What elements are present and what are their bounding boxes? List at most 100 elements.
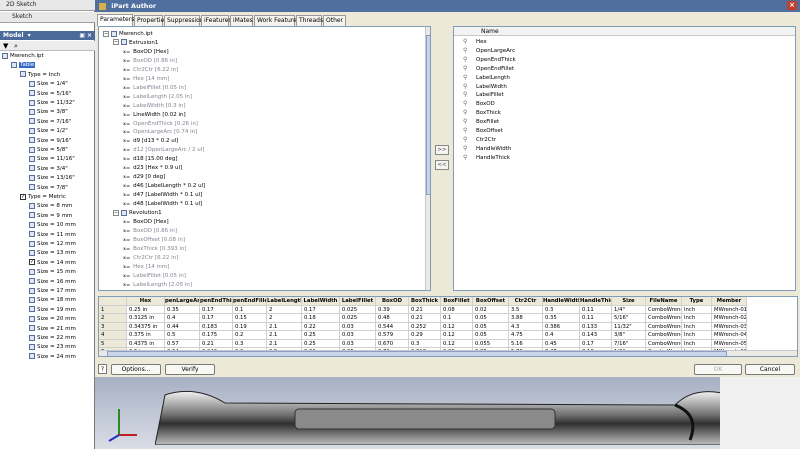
parameter-tree-item[interactable]: x= d48 [LabelWidth * 0.1 ul]: [123, 200, 202, 209]
grid-cell[interactable]: 0.11: [580, 314, 612, 323]
grid-cell[interactable]: 0.02: [473, 305, 509, 314]
grid-column-header[interactable]: [99, 297, 127, 306]
grid-cell[interactable]: 0.3: [233, 339, 267, 348]
grid-column-header[interactable]: BoxFillet: [441, 297, 473, 306]
grid-cell[interactable]: 0.15: [233, 314, 267, 323]
model-tree-item[interactable]: Size = 3/4": [29, 165, 68, 174]
tab-other[interactable]: Other: [323, 15, 346, 26]
selected-parameter-item[interactable]: BoxOffset: [476, 127, 503, 136]
cancel-button[interactable]: Cancel: [745, 364, 795, 375]
grid-cell[interactable]: 0.44: [165, 322, 200, 331]
grid-cell[interactable]: 0.544: [376, 322, 409, 331]
parameter-tree-item[interactable]: x= Ctr2Ctr [6.22 in]: [123, 66, 178, 75]
grid-column-header[interactable]: BoxOD: [376, 297, 409, 306]
grid-row-number[interactable]: 3: [99, 322, 127, 331]
key-icon[interactable]: ⚲: [463, 65, 467, 72]
selected-parameter-item[interactable]: Hex: [476, 38, 487, 47]
selected-parameters-list[interactable]: Name ⚲ Hex ⚲ OpenLargeArc ⚲ OpenEndThick ⚲ Open…: [453, 26, 796, 291]
tab-properties[interactable]: Properties: [134, 15, 167, 26]
model-panel-header[interactable]: Model ▾ ▣ ×: [0, 31, 95, 40]
parameter-tree-item[interactable]: x= d18 [15.00 deg]: [123, 155, 178, 164]
selected-parameter-item[interactable]: LabelWidth: [476, 83, 507, 92]
key-icon[interactable]: ⚲: [463, 47, 467, 54]
find-icon[interactable]: ⌕: [14, 42, 18, 51]
parameter-tree-item[interactable]: x= BoxOD [Hex]: [123, 48, 169, 57]
model-tree-item[interactable]: Size = 13 mm: [29, 249, 76, 258]
grid-cell[interactable]: 0.48: [376, 314, 409, 323]
parameter-tree-item[interactable]: x= BoxOD [0.86 in]: [123, 57, 177, 66]
grid-cell[interactable]: 2: [267, 314, 302, 323]
key-icon[interactable]: ⚲: [463, 154, 467, 161]
model-tree-item[interactable]: Size = 9 mm: [29, 212, 72, 221]
key-icon[interactable]: ⚲: [463, 109, 467, 116]
grid-cell[interactable]: 0.4: [543, 331, 580, 340]
model-tree-item[interactable]: Size = 10 mm: [29, 221, 76, 230]
grid-cell[interactable]: Inch: [682, 322, 712, 331]
selected-parameter-item[interactable]: HandleWidth: [476, 145, 511, 154]
collapse-icon[interactable]: −: [113, 209, 119, 216]
collapse-icon[interactable]: −: [103, 30, 109, 37]
grid-cell[interactable]: 0.39: [376, 305, 409, 314]
model-tree-item[interactable]: Size = 22 mm: [29, 334, 76, 343]
model-tree-item[interactable]: Size = 15 mm: [29, 268, 76, 277]
grid-cell[interactable]: MWrench-05: [712, 339, 747, 348]
model-tree-item[interactable]: Type = Inch: [20, 71, 60, 80]
grid-cell[interactable]: 0.11: [580, 305, 612, 314]
model-tree-item[interactable]: Size = 11/16": [29, 155, 75, 164]
collapse-icon[interactable]: −: [113, 39, 119, 46]
model-tree-item[interactable]: ✓ Size = 14 mm: [29, 259, 76, 268]
grid-cell[interactable]: 0.12: [441, 339, 473, 348]
parameter-tree-item[interactable]: x= Hex [14 mm]: [123, 75, 169, 84]
model-tree-item[interactable]: Size = 11 mm: [29, 231, 76, 240]
grid-cell[interactable]: 0.2: [233, 331, 267, 340]
tab-ifeatures[interactable]: iFeatures: [201, 15, 231, 26]
grid-cell[interactable]: 0.375 in: [127, 331, 165, 340]
grid-cell[interactable]: Inch: [682, 305, 712, 314]
grid-column-header[interactable]: LabelLength: [267, 297, 302, 306]
parameter-tree-item[interactable]: x= d29 [0 deg]: [123, 173, 165, 182]
grid-cell[interactable]: 0.45: [543, 339, 580, 348]
grid-cell[interactable]: MWrench-02: [712, 314, 747, 323]
parameter-tree-item[interactable]: x= d12 [OpenLargeArc / 2 ul]: [123, 146, 204, 155]
parameter-tree-item[interactable]: x= LabelFillet [0.05 in]: [123, 272, 186, 281]
grid-column-header[interactable]: HandleWidth: [543, 297, 580, 306]
parameter-tree-scrollbar[interactable]: [425, 27, 430, 290]
grid-cell[interactable]: MWrench-03: [712, 322, 747, 331]
grid-column-header[interactable]: HandleThick: [580, 297, 612, 306]
grid-cell[interactable]: 0.183: [200, 322, 233, 331]
grid-column-header[interactable]: LabelWidth: [302, 297, 340, 306]
grid-cell[interactable]: 0.133: [580, 322, 612, 331]
grid-cell[interactable]: ComboWrenc: [646, 331, 682, 340]
model-tree-item[interactable]: Size = 7/16": [29, 118, 71, 127]
grid-cell[interactable]: 0.03: [340, 322, 376, 331]
verify-button[interactable]: Verify: [165, 364, 215, 375]
parameter-tree-item[interactable]: x= d23 [Hex * 0.9 ul]: [123, 164, 182, 173]
grid-cell[interactable]: 2.1: [267, 339, 302, 348]
grid-row-number[interactable]: 5: [99, 339, 127, 348]
grid-cell[interactable]: 0.21: [200, 339, 233, 348]
tab-parameters[interactable]: Parameters: [97, 14, 134, 26]
grid-cell[interactable]: 7/16": [612, 339, 646, 348]
model-tree-item[interactable]: Size = 5/16": [29, 90, 71, 99]
grid-cell[interactable]: ComboWrenc: [646, 314, 682, 323]
parameter-tree-item[interactable]: x= BoxOD [0.86 in]: [123, 227, 177, 236]
parameter-tree-item[interactable]: x= d46 [LabelLength * 0.2 ul]: [123, 182, 205, 191]
model-tree-item[interactable]: Size = 8 mm: [29, 202, 72, 211]
grid-cell[interactable]: 0.5: [165, 331, 200, 340]
scrollbar-thumb[interactable]: [426, 35, 430, 195]
grid-cell[interactable]: 1/4": [612, 305, 646, 314]
selected-parameter-item[interactable]: LabelLength: [476, 74, 510, 83]
key-icon[interactable]: ⚲: [463, 91, 467, 98]
graphics-viewport[interactable]: [95, 377, 800, 449]
grid-column-header[interactable]: BoxOffset: [473, 297, 509, 306]
grid-cell[interactable]: 0.143: [580, 331, 612, 340]
parameter-tree-item[interactable]: x= OpenLargeArc [0.74 in]: [123, 128, 197, 137]
selected-parameter-item[interactable]: OpenLargeArc: [476, 47, 515, 56]
grid-cell[interactable]: 0.12: [441, 322, 473, 331]
grid-cell[interactable]: 0.579: [376, 331, 409, 340]
grid-column-header[interactable]: BoxThick: [409, 297, 441, 306]
grid-cell[interactable]: 4.3: [509, 322, 543, 331]
selected-parameter-item[interactable]: OpenEndFillet: [476, 65, 514, 74]
key-icon[interactable]: ⚲: [463, 100, 467, 107]
key-icon[interactable]: ⚲: [463, 74, 467, 81]
